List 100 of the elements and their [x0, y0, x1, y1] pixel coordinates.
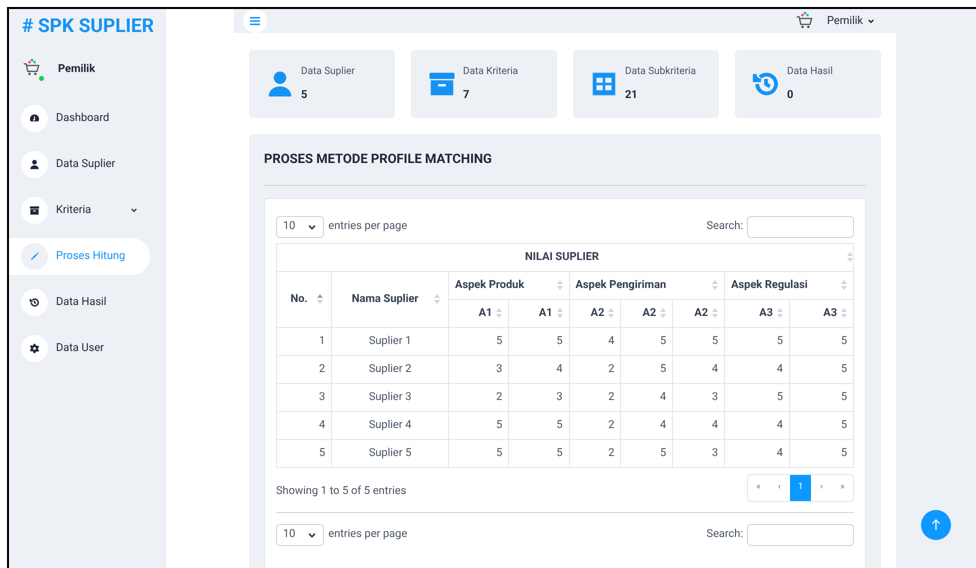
entries-select[interactable]: 10 [276, 524, 324, 546]
table-cell: 2 [276, 355, 332, 383]
stat-value: 21 [625, 87, 639, 104]
table-cell: 2 [569, 383, 621, 411]
entries-label: entries per page [328, 526, 408, 542]
sort-icon [841, 308, 847, 318]
table-cell: 2 [448, 383, 509, 411]
stat-label: Data Suplier [301, 65, 356, 80]
table-cell: 2 [569, 355, 621, 383]
sort-icon [556, 280, 563, 290]
table-cell: 5 [276, 439, 332, 467]
page-button[interactable]: » [832, 474, 853, 500]
table-cell: 3 [672, 439, 725, 467]
stat-value: 5 [301, 87, 308, 104]
table-header[interactable]: No. [276, 271, 332, 327]
sidebar-item[interactable]: Data Hasil [9, 284, 150, 320]
table-header[interactable]: Nama Suplier [332, 271, 449, 327]
gear-icon [29, 342, 40, 354]
search-label: Search: [706, 218, 743, 234]
table-cell: 4 [620, 383, 673, 411]
user-name: Pemilik [58, 61, 96, 78]
table-cell: Suplier 4 [332, 411, 449, 439]
table-cell: 4 [724, 411, 790, 439]
stat-value: 0 [787, 87, 794, 104]
sort-icon [317, 294, 324, 304]
table-header[interactable]: A2 [620, 299, 673, 327]
table-cell: 5 [724, 383, 790, 411]
sort-icon [608, 308, 614, 318]
table-cell: 5 [448, 411, 509, 439]
history-icon [29, 296, 40, 308]
page-button[interactable]: ‹ [769, 474, 790, 500]
table-header[interactable]: Aspek Pengiriman [569, 271, 725, 299]
menu-icon [250, 16, 260, 26]
sidebar-item[interactable]: Data Suplier [9, 146, 150, 182]
table-header[interactable]: A2 [672, 299, 725, 327]
archive-icon [29, 204, 40, 216]
table-cell: 4 [724, 439, 790, 467]
page-button[interactable]: « [748, 474, 769, 500]
table-cell: 4 [724, 355, 790, 383]
table-header[interactable]: A3 [789, 299, 854, 327]
table-cell: 4 [569, 327, 621, 355]
scroll-top-button[interactable] [921, 510, 951, 540]
table-cell: Suplier 1 [332, 327, 449, 355]
panel-title: PROSES METODE PROFILE MATCHING [264, 134, 866, 186]
table-cell: 5 [508, 411, 570, 439]
sidebar-item[interactable]: Dashboard [9, 100, 150, 136]
table-cell: Suplier 2 [332, 355, 449, 383]
search-label: Search: [706, 526, 743, 542]
table-cell: 3 [672, 383, 725, 411]
search-field[interactable] [747, 524, 854, 546]
table-cell: 5 [789, 355, 854, 383]
user-icon [29, 158, 40, 170]
table-cell: Suplier 3 [332, 383, 449, 411]
sort-icon [776, 308, 783, 318]
sort-icon [712, 308, 718, 318]
entries-select[interactable]: 10 [276, 216, 324, 238]
table-cell: Suplier 5 [332, 439, 449, 467]
table-cell: 5 [620, 355, 673, 383]
table-cell: 5 [508, 439, 570, 467]
sort-icon [660, 308, 666, 318]
search-field[interactable] [747, 216, 854, 238]
table-cell: 5 [789, 411, 854, 439]
stat-label: Data Kriteria [463, 65, 520, 80]
table-cell: 4 [672, 355, 725, 383]
cart-logo-icon [795, 11, 816, 31]
table-header[interactable]: A1 [508, 299, 570, 327]
table-cell: 5 [448, 327, 509, 355]
brand-title: # SPK SUPLIER [21, 13, 155, 39]
sidebar-item[interactable]: Data User [9, 330, 150, 366]
sort-icon [712, 280, 718, 290]
cart-logo-icon [22, 58, 42, 78]
table-cell: 5 [672, 327, 725, 355]
table-cell: 4 [508, 355, 570, 383]
entries-label: entries per page [328, 218, 408, 234]
menu-button[interactable] [243, 9, 267, 33]
arrow-up-icon [930, 519, 942, 531]
sort-icon [556, 308, 563, 318]
table-header[interactable]: NILAI SUPLIER [276, 243, 854, 271]
sidebar-item[interactable]: Kriteria [9, 192, 150, 228]
stat-value: 7 [463, 87, 470, 104]
table-cell: 3 [448, 355, 509, 383]
table-header[interactable]: Aspek Produk [448, 271, 570, 299]
page-button[interactable]: › [811, 474, 832, 500]
user-menu[interactable]: Pemilik [827, 12, 875, 30]
sort-icon [841, 280, 847, 290]
sort-icon [847, 252, 853, 262]
gauge-icon [29, 112, 40, 124]
table-header[interactable]: A1 [448, 299, 509, 327]
stat-label: Data Hasil [787, 65, 834, 80]
table-cell: 3 [508, 383, 570, 411]
table-cell: 2 [569, 439, 621, 467]
table-header[interactable]: A3 [724, 299, 790, 327]
table-cell: 5 [789, 383, 854, 411]
table-cell: 5 [789, 327, 854, 355]
table-cell: 4 [276, 411, 332, 439]
chevron-down-icon [867, 17, 875, 25]
pen-icon [29, 250, 40, 262]
table-header[interactable]: Aspek Regulasi [724, 271, 854, 299]
table-cell: 3 [276, 383, 332, 411]
table-header[interactable]: A2 [569, 299, 621, 327]
